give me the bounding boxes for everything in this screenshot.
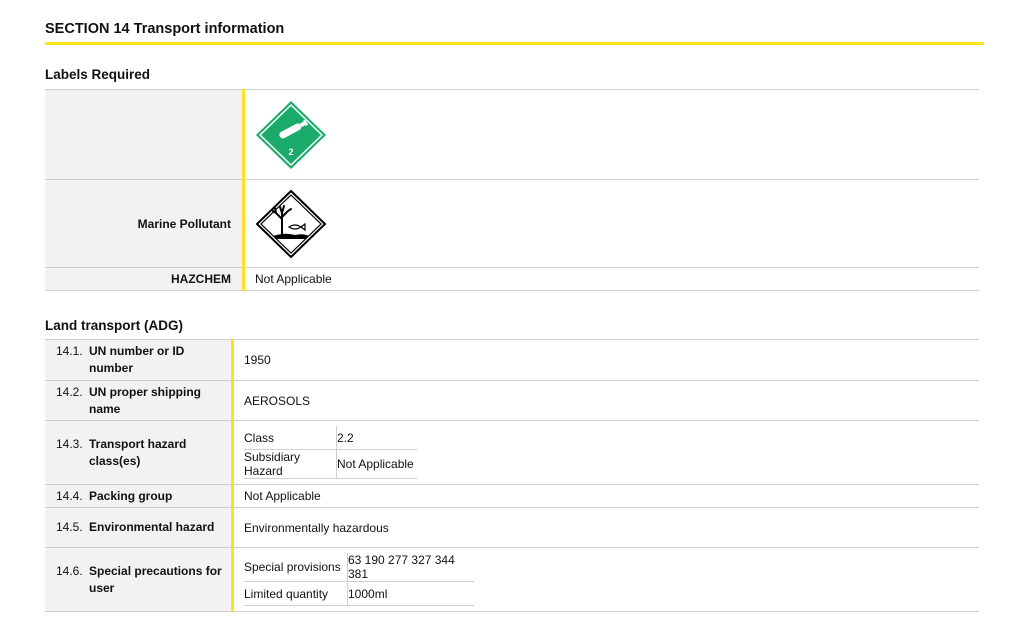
row-label: UN number or ID number — [89, 344, 185, 375]
label-row-gas: 2 — [45, 89, 979, 180]
labels-required-heading: Labels Required — [45, 67, 151, 82]
transport-row-label: 14.1. UN number or ID number — [45, 339, 234, 381]
transport-row-label: 14.4. Packing group — [45, 484, 234, 508]
transport-row-packing-group: 14.4. Packing group Not Applicable — [45, 484, 979, 508]
labels-required-table: 2 Marine Pollutant HAZCHEM Not Applicabl… — [45, 89, 979, 291]
row-label: Environmental hazard — [89, 520, 215, 534]
subtable-key: Special provisions — [244, 553, 348, 582]
row-number: 14.6. — [56, 563, 83, 578]
transport-row-value: 1950 — [232, 339, 979, 381]
subtable-value: Not Applicable — [336, 449, 417, 479]
marine-pollutant-value — [243, 179, 979, 268]
transport-row-shipping-name: 14.2. UN proper shipping name AEROSOLS — [45, 380, 979, 421]
transport-row-hazard-class: 14.3. Transport hazard class(es) Class 2.… — [45, 420, 979, 485]
transport-row-environmental-hazard: 14.5. Environmental hazard Environmentall… — [45, 507, 979, 548]
subtable-key: Subsidiary Hazard — [244, 449, 337, 479]
gas-class-number: 2 — [288, 147, 293, 157]
transport-row-value: Environmentally hazardous — [232, 507, 979, 548]
subtable-key: Limited quantity — [244, 581, 348, 606]
subtable-row: Subsidiary Hazard Not Applicable — [244, 449, 417, 479]
sds-transport-section: SECTION 14 Transport information Labels … — [0, 0, 1024, 620]
hazchem-label: HAZCHEM — [45, 267, 245, 291]
subtable-row: Special provisions 63 190 277 327 344 38… — [244, 553, 474, 582]
row-number: 14.3. — [56, 436, 83, 451]
hazchem-value: Not Applicable — [243, 267, 979, 291]
transport-row-value: Special provisions 63 190 277 327 344 38… — [232, 547, 979, 612]
transport-row-un-number: 14.1. UN number or ID number 1950 — [45, 339, 979, 381]
row-label: Special precautions for user — [89, 563, 222, 595]
transport-row-label: 14.5. Environmental hazard — [45, 507, 234, 548]
transport-row-value: Class 2.2 Subsidiary Hazard Not Applicab… — [232, 420, 979, 485]
subtable-row: Class 2.2 — [244, 426, 417, 450]
row-number: 14.4. — [56, 488, 83, 503]
row-label: UN proper shipping name — [89, 384, 201, 416]
land-transport-table: 14.1. UN number or ID number 1950 14.2. UN… — [45, 339, 979, 612]
transport-row-special-precautions: 14.6. Special precautions for user Specia… — [45, 547, 979, 612]
subtable-row: Limited quantity 1000ml — [244, 581, 474, 606]
subtable-key: Class — [244, 426, 337, 450]
green-gas-cylinder-diamond-icon: 2 — [256, 100, 326, 169]
row-number: 14.1. — [56, 344, 83, 358]
label-row-marine-pollutant: Marine Pollutant — [45, 179, 979, 268]
section-title: SECTION 14 Transport information — [45, 21, 984, 45]
transport-row-label: 14.6. Special precautions for user — [45, 547, 234, 612]
land-transport-heading: Land transport (ADG) — [45, 318, 183, 333]
label-row-gas-label — [45, 89, 245, 180]
label-row-gas-value: 2 — [243, 89, 979, 180]
transport-row-label: 14.2. UN proper shipping name — [45, 380, 234, 421]
label-row-hazchem: HAZCHEM Not Applicable — [45, 267, 979, 291]
transport-row-value: AEROSOLS — [232, 380, 979, 421]
row-number: 14.5. — [56, 520, 83, 534]
row-label: Transport hazard class(es) — [89, 436, 187, 468]
transport-row-label: 14.3. Transport hazard class(es) — [45, 420, 234, 485]
hazard-class-subtable: Class 2.2 Subsidiary Hazard Not Applicab… — [244, 426, 417, 479]
marine-pollutant-label: Marine Pollutant — [45, 179, 245, 268]
subtable-value: 1000ml — [347, 581, 474, 606]
subtable-value: 63 190 277 327 344 381 — [347, 553, 474, 582]
environment-hazard-diamond-icon — [255, 189, 327, 258]
row-label: Packing group — [89, 488, 173, 503]
special-precautions-subtable: Special provisions 63 190 277 327 344 38… — [244, 553, 474, 606]
row-number: 14.2. — [56, 384, 83, 399]
subtable-value: 2.2 — [336, 426, 417, 450]
transport-row-value: Not Applicable — [232, 484, 979, 508]
